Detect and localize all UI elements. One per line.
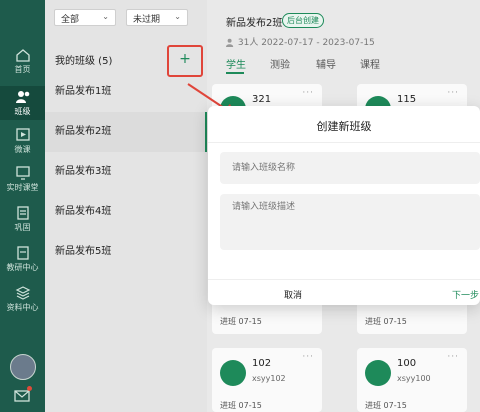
class-description-input[interactable] [220, 194, 480, 250]
dialog-title: 创建新班级 [316, 120, 372, 133]
create-class-dialog: 创建新班级 取消 下一步 [208, 106, 480, 305]
next-button[interactable]: 下一步 [452, 288, 479, 301]
cancel-button[interactable]: 取消 [284, 288, 302, 301]
class-name-input[interactable] [220, 152, 480, 184]
divider [208, 142, 480, 143]
dialog-footer: 取消 下一步 [208, 279, 480, 305]
